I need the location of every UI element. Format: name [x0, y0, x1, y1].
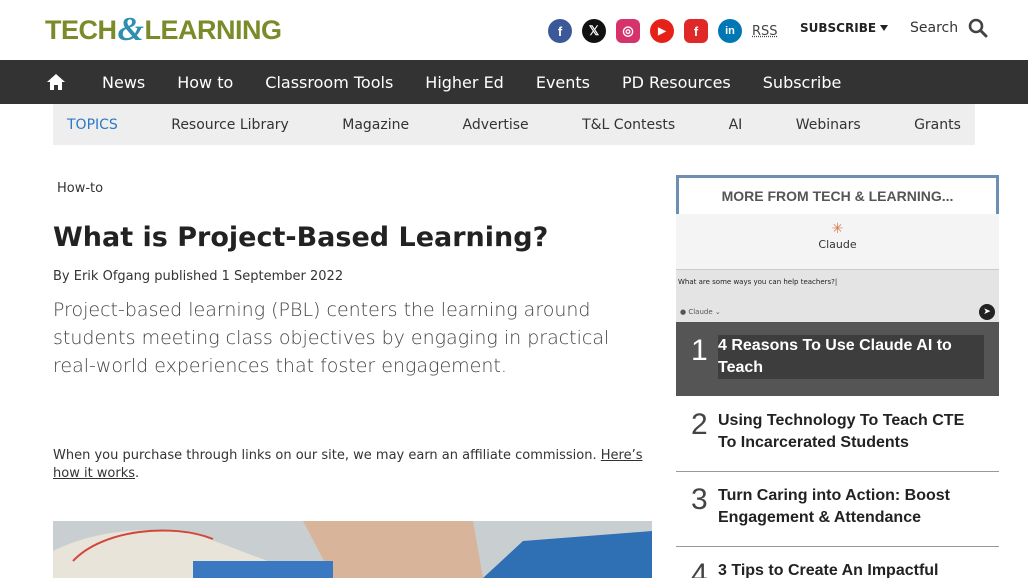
sidebar-heading: MORE FROM TECH & LEARNING...	[676, 175, 999, 214]
logo-text-tech: TECH	[45, 14, 117, 45]
publish-date: 1 September 2022	[221, 269, 344, 284]
nav-item-classroom-tools[interactable]: Classroom Tools	[249, 60, 409, 104]
site-header: TECH & LEARNING f 𝕏 ◎ ▶ f in RSS SUBSCRIBE…	[0, 0, 1028, 60]
trending-title: Using Technology To Teach CTE To Incarce…	[718, 412, 965, 451]
claude-brand-text: Claude	[818, 238, 857, 251]
topic-advertise[interactable]: Advertise	[463, 117, 529, 133]
x-icon[interactable]: 𝕏	[582, 19, 606, 43]
byline: By Erik Ofgang published 1 September 202…	[53, 269, 343, 284]
facebook-icon[interactable]: f	[548, 19, 572, 43]
nav-item-subscribe[interactable]: Subscribe	[747, 60, 858, 104]
search-button[interactable]: Search	[910, 18, 988, 38]
claude-logo: ✳ Claude	[676, 222, 999, 251]
trending-title: 3 Tips to Create An Impactful	[718, 562, 939, 578]
breadcrumb[interactable]: How-to	[57, 181, 103, 196]
published-label: published	[150, 269, 222, 284]
topic-resource-library[interactable]: Resource Library	[171, 117, 289, 133]
trending-rank: 3	[691, 483, 708, 516]
logo-ampersand: &	[117, 11, 144, 48]
home-button[interactable]	[42, 68, 70, 96]
article-standfirst: Project-based learning (PBL) centers the…	[53, 299, 610, 377]
page-title: What is Project-Based Learning?	[53, 222, 549, 253]
rss-link[interactable]: RSS	[752, 24, 778, 39]
nav-item-how-to[interactable]: How to	[161, 60, 249, 104]
affiliate-text: When you purchase through links on our s…	[53, 448, 601, 463]
topic-webinars[interactable]: Webinars	[796, 117, 861, 133]
author-link[interactable]: Erik Ofgang	[74, 269, 150, 284]
youtube-icon[interactable]: ▶	[650, 19, 674, 43]
logo-text-learning: LEARNING	[144, 14, 282, 45]
instagram-icon[interactable]: ◎	[616, 19, 640, 43]
chevron-down-icon	[880, 25, 889, 31]
hero-image	[53, 521, 652, 578]
claude-star-icon: ✳	[831, 221, 844, 237]
nav-item-pd-resources[interactable]: PD Resources	[606, 60, 747, 104]
main-navigation: News How to Classroom Tools Higher Ed Ev…	[0, 60, 1028, 104]
trending-rank: 1	[691, 334, 708, 367]
trending-item-1[interactable]: 1 4 Reasons To Use Claude AI to Teach	[676, 322, 999, 396]
trending-title: 4 Reasons To Use Claude AI to Teach	[718, 335, 984, 379]
hero-image-art	[53, 521, 652, 578]
trending-title: Turn Caring into Action: Boost Engagemen…	[718, 487, 950, 526]
claude-chatbox: What are some ways you can help teachers…	[676, 269, 999, 323]
search-icon	[968, 18, 988, 38]
nav-item-higher-ed[interactable]: Higher Ed	[409, 60, 520, 104]
trending-item-4[interactable]: 4 3 Tips to Create An Impactful	[676, 546, 999, 578]
nav-item-news[interactable]: News	[86, 60, 161, 104]
site-logo[interactable]: TECH & LEARNING	[45, 11, 282, 48]
send-arrow-icon: ➤	[979, 304, 995, 320]
byline-prefix: By	[53, 269, 74, 284]
trending-rank: 2	[691, 408, 708, 441]
trending-rank: 4	[691, 558, 708, 578]
topic-tl-contests[interactable]: T&L Contests	[582, 117, 675, 133]
topic-ai[interactable]: AI	[729, 117, 743, 133]
topics-label: TOPICS	[67, 116, 118, 133]
subscribe-label: SUBSCRIBE	[800, 21, 877, 35]
nav-item-events[interactable]: Events	[520, 60, 606, 104]
claude-model-selector: ● Claude ⌄	[680, 308, 721, 316]
trending-item-2[interactable]: 2 Using Technology To Teach CTE To Incar…	[676, 396, 999, 471]
claude-chat-question: What are some ways you can help teachers…	[678, 278, 838, 286]
trending-item-3[interactable]: 3 Turn Caring into Action: Boost Engagem…	[676, 471, 999, 546]
topics-bar: TOPICS Resource Library Magazine Adverti…	[53, 104, 975, 145]
topic-grants[interactable]: Grants	[914, 117, 961, 133]
affiliate-disclaimer: When you purchase through links on our s…	[53, 447, 653, 483]
social-links: f 𝕏 ◎ ▶ f in RSS	[548, 19, 778, 43]
search-label: Search	[910, 20, 959, 36]
subscribe-menu-button[interactable]: SUBSCRIBE	[800, 21, 889, 35]
flipboard-icon[interactable]: f	[684, 19, 708, 43]
home-icon	[47, 74, 65, 90]
topic-magazine[interactable]: Magazine	[342, 117, 409, 133]
affiliate-end: .	[135, 466, 140, 481]
linkedin-icon[interactable]: in	[718, 19, 742, 43]
